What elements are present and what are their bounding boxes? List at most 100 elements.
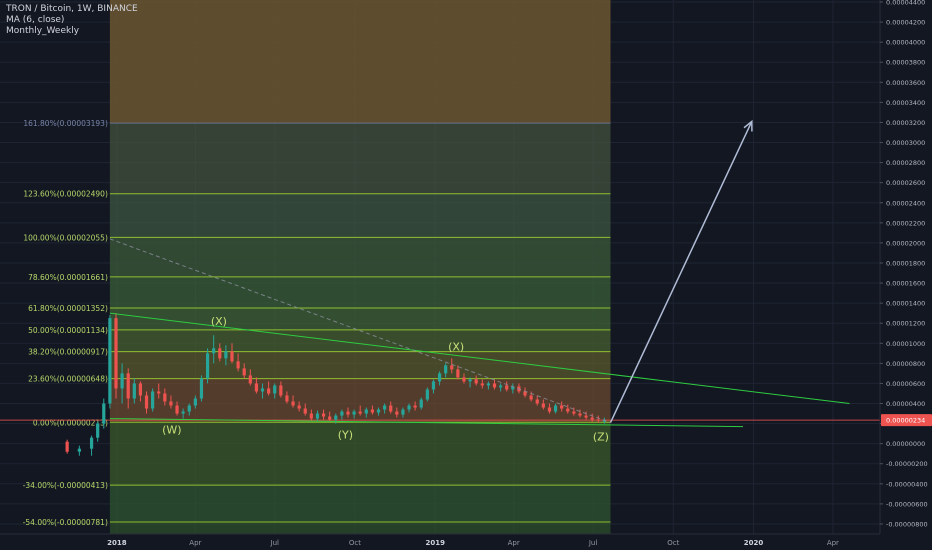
wave-label: (X)	[448, 340, 464, 353]
candle-body	[346, 411, 350, 415]
candle-body	[126, 373, 130, 399]
time-tick-label: Jul	[588, 539, 598, 547]
candle-body	[437, 373, 442, 382]
price-tick-label: 0.00000400	[886, 400, 925, 408]
symbol-title[interactable]: TRON / Bitcoin, 1W, BINANCE	[6, 4, 138, 15]
price-tick-label: 0.00003800	[886, 59, 925, 67]
fib-level-label: -34.00%(-0.00000413)	[23, 481, 108, 490]
price-tick-label: 0.00002200	[886, 219, 925, 227]
price-tick-label: 0.00003200	[886, 119, 925, 127]
candle-body	[297, 405, 301, 409]
candle-body	[505, 385, 509, 390]
candle[interactable]	[89, 435, 94, 456]
indicator-monthly-weekly[interactable]: Monthly_Weekly	[6, 26, 138, 37]
candle[interactable]	[114, 313, 118, 399]
candle[interactable]	[108, 315, 112, 409]
fib-zone	[109, 193, 611, 238]
candle-body	[468, 379, 472, 382]
candle-body	[328, 416, 332, 420]
candle-body	[462, 377, 466, 382]
candle-body	[89, 437, 94, 449]
time-axis-bg	[0, 534, 932, 550]
fib-zones-layer	[109, 0, 611, 534]
fib-zone	[109, 307, 611, 330]
fib-level-label: 50.00%(0.00001134)	[28, 326, 108, 335]
candle-body	[340, 411, 344, 416]
fib-level-label: 23.60%(0.00000648)	[28, 375, 108, 384]
fib-zone-bottom	[109, 522, 611, 534]
candle-body	[376, 409, 381, 413]
candle-body	[218, 348, 222, 359]
candle-body	[499, 385, 503, 388]
candle-body	[260, 388, 265, 392]
candle-body	[108, 318, 112, 404]
candle-body	[65, 441, 69, 452]
candle-body	[389, 405, 393, 412]
price-tick-label: 0.00001600	[886, 280, 925, 288]
candle-body	[590, 417, 594, 420]
candle-body	[596, 419, 600, 421]
time-tick-label: Apr	[508, 539, 520, 547]
price-tick-label: 0.00002400	[886, 199, 925, 207]
price-tick-label: 0.00001000	[886, 340, 925, 348]
fib-zone	[109, 329, 611, 352]
candle[interactable]	[96, 421, 100, 442]
fib-level-label: 38.20%(0.00000917)	[28, 348, 108, 357]
candle[interactable]	[151, 388, 155, 412]
candle-body	[572, 411, 576, 414]
candle-body	[254, 383, 259, 392]
fib-zone	[109, 422, 611, 486]
candle-body	[425, 389, 429, 400]
candle-body	[364, 409, 368, 414]
candle-body	[352, 411, 356, 415]
fib-zone	[109, 276, 611, 308]
fib-level-label: 100.00%(0.00002055)	[23, 233, 108, 242]
fib-zone	[109, 237, 611, 277]
candle-body	[212, 348, 216, 354]
candle-body	[224, 351, 228, 359]
candle-body	[279, 385, 283, 396]
candle-body	[163, 393, 167, 402]
candle-body	[132, 383, 136, 399]
candle[interactable]	[77, 445, 81, 456]
candle[interactable]	[425, 387, 429, 402]
candle-body	[248, 375, 252, 384]
candle-body	[151, 391, 155, 409]
fib-zone	[109, 123, 611, 194]
price-chart[interactable]: 161.80%(0.00003193) 123.60%(0.00002490) 10…	[0, 0, 932, 550]
candle-body	[114, 318, 118, 389]
chart-legend: TRON / Bitcoin, 1W, BINANCE MA (6, close…	[6, 4, 138, 37]
candle-body	[578, 413, 582, 416]
fib-level-label: 161.80%(0.00003193)	[23, 119, 108, 128]
candle[interactable]	[199, 375, 204, 402]
candle-body	[230, 351, 234, 362]
candle-body	[144, 395, 149, 409]
fib-level-label: 78.60%(0.00001661)	[28, 273, 108, 282]
candle[interactable]	[205, 348, 210, 384]
candle-body	[77, 448, 81, 452]
fib-level-label: -54.00%(-0.00000781)	[23, 518, 108, 527]
price-tick-label: 0.00000600	[886, 380, 925, 388]
time-tick-label: 2018	[107, 539, 127, 547]
candle-body	[553, 405, 558, 412]
candle-body	[138, 383, 143, 396]
candle-body	[242, 368, 246, 376]
price-tick-label: 0.00000800	[886, 360, 925, 368]
time-tick-label: Oct	[349, 539, 361, 547]
candle-body	[401, 409, 405, 415]
fib-level-label: 61.80%(0.00001352)	[28, 304, 108, 313]
candle-body	[291, 401, 295, 406]
price-tick-label: -0.00000200	[886, 460, 928, 468]
price-tick-label: 0.00002000	[886, 239, 925, 247]
candle-body	[102, 403, 106, 424]
indicator-ma[interactable]: MA (6, close)	[6, 15, 138, 26]
candle-body	[566, 408, 570, 412]
candle[interactable]	[65, 439, 69, 454]
time-axis[interactable]: 2018 Apr Jul Oct 2019 Apr Jul Oct 2020 Apr	[0, 533, 932, 550]
candle-body	[120, 373, 124, 389]
price-axis[interactable]: 0.00004400 0.00004200 0.00004000 0.00003800…	[879, 0, 932, 550]
wave-label: (W)	[162, 424, 181, 437]
candle-body	[492, 383, 497, 388]
candle-body	[474, 379, 478, 384]
candle-body	[486, 383, 491, 386]
